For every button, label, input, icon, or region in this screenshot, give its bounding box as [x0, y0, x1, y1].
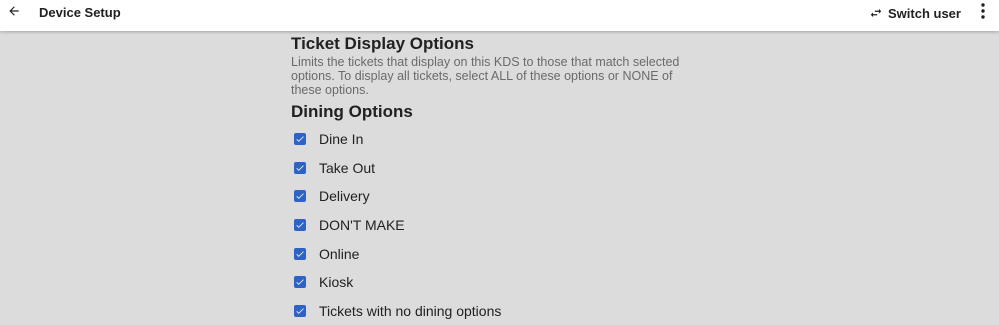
dining-options-title: Dining Options: [291, 102, 413, 121]
dining-option-dont-make[interactable]: DON'T MAKE: [291, 211, 501, 240]
dining-option-dine-in[interactable]: Dine In: [291, 125, 501, 154]
switch-user-label: Switch user: [888, 5, 961, 21]
dining-option-label: DON'T MAKE: [319, 217, 405, 234]
dining-option-delivery[interactable]: Delivery: [291, 182, 501, 211]
dining-option-label: Dine In: [319, 131, 364, 148]
checkbox-checked-icon[interactable]: [294, 161, 306, 174]
ticket-display-title: Ticket Display Options: [291, 34, 474, 53]
dining-option-label: Delivery: [319, 188, 370, 205]
dining-option-kiosk[interactable]: Kiosk: [291, 268, 501, 297]
checkbox-checked-icon[interactable]: [294, 190, 306, 203]
page-title: Device Setup: [39, 5, 121, 20]
ticket-display-section: Ticket Display Options Limits the ticket…: [291, 33, 711, 123]
dining-option-online[interactable]: Online: [291, 239, 501, 268]
checkbox-checked-icon[interactable]: [294, 247, 306, 260]
checkbox-checked-icon[interactable]: [294, 133, 306, 146]
swap-arrows-icon: [869, 6, 883, 20]
switch-user-button[interactable]: Switch user: [869, 3, 961, 23]
dining-option-label: Take Out: [319, 159, 376, 176]
dining-options-list: Dine In Take Out Delivery DON'T MAKE Onl…: [291, 125, 501, 325]
dining-option-label: Tickets with no dining options: [319, 302, 502, 319]
checkbox-checked-icon[interactable]: [294, 304, 306, 317]
more-vertical-icon: [981, 2, 985, 24]
checkbox-checked-icon[interactable]: [294, 276, 306, 289]
dining-option-label: Online: [319, 245, 360, 262]
more-options-button[interactable]: [974, 2, 992, 24]
dining-option-no-dining-options[interactable]: Tickets with no dining options: [291, 297, 501, 325]
dining-option-take-out[interactable]: Take Out: [291, 154, 501, 183]
dining-option-label: Kiosk: [319, 274, 354, 291]
ticket-display-description: Limits the tickets that display on this …: [291, 55, 680, 97]
top-app-bar: Device Setup Switch user: [0, 0, 999, 31]
checkbox-checked-icon[interactable]: [294, 219, 306, 232]
back-button[interactable]: [4, 2, 24, 24]
arrow-left-icon: [7, 4, 21, 23]
